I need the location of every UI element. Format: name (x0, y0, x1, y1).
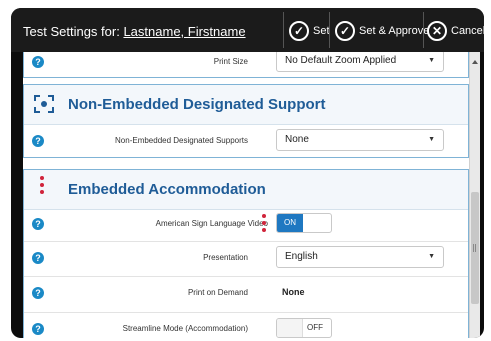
chevron-down-icon: ▼ (428, 57, 435, 64)
settings-dialog: Test Settings for: Lastname, Firstname ✓… (11, 8, 484, 338)
toolbar-separator (423, 12, 424, 48)
non-embedded-title: Non-Embedded Designated Support (68, 96, 326, 113)
print-size-panel: ? Print Size No Default Zoom Applied ▼ (23, 52, 469, 78)
set-approve-button[interactable]: ✓ Set & Approve (335, 17, 429, 45)
presentation-select[interactable]: English ▼ (276, 246, 444, 268)
dialog-title: Test Settings for: Lastname, Firstname (23, 24, 246, 39)
required-marker-icon (262, 214, 266, 235)
help-icon[interactable]: ? (32, 218, 44, 230)
embedded-header: Embedded Accommodation (24, 170, 468, 210)
print-on-demand-value: None (282, 287, 305, 297)
help-icon[interactable]: ? (32, 323, 44, 335)
non-embedded-label: Non-Embedded Designated Supports (115, 136, 248, 145)
dialog-titlebar: Test Settings for: Lastname, Firstname ✓… (11, 8, 484, 52)
embedded-panel: Embedded Accommodation ? American Sign L… (23, 169, 469, 338)
toolbar-separator (283, 12, 284, 48)
presentation-row: ? Presentation English ▼ (24, 242, 468, 274)
streamline-label: Streamline Mode (Accommodation) (122, 324, 248, 333)
non-embedded-select[interactable]: None ▼ (276, 129, 444, 151)
chevron-down-icon: ▼ (428, 136, 435, 143)
cancel-button-label: Cancel (451, 25, 484, 37)
focus-target-icon (34, 95, 54, 113)
chevron-down-icon: ▼ (428, 253, 435, 260)
help-icon[interactable]: ? (32, 252, 44, 264)
presentation-label: Presentation (203, 253, 248, 262)
toolbar-separator (329, 12, 330, 48)
settings-content: ? Print Size No Default Zoom Applied ▼ N… (23, 52, 469, 338)
presentation-value: English (285, 251, 318, 262)
print-on-demand-label: Print on Demand (187, 288, 248, 297)
streamline-toggle[interactable]: OFF (276, 318, 332, 338)
non-embedded-panel: Non-Embedded Designated Support ? Non-Em… (23, 84, 469, 158)
print-size-value: No Default Zoom Applied (285, 55, 397, 66)
asl-label: American Sign Language Video (155, 219, 268, 228)
toggle-on-state: ON (277, 214, 303, 232)
checkmark-icon: ✓ (289, 21, 309, 41)
help-icon[interactable]: ? (32, 56, 44, 68)
streamline-row: ? Streamline Mode (Accommodation) OFF (24, 313, 468, 338)
checkmark-icon: ✓ (335, 21, 355, 41)
non-embedded-value: None (285, 134, 309, 145)
set-approve-button-label: Set & Approve (359, 25, 430, 37)
scroll-up-arrow-icon[interactable] (472, 60, 478, 64)
asl-toggle[interactable]: ON (276, 213, 332, 233)
toggle-off-slot (277, 319, 303, 337)
embedded-title: Embedded Accommodation (68, 181, 266, 198)
set-button[interactable]: ✓ Set (289, 17, 330, 45)
print-size-select[interactable]: No Default Zoom Applied ▼ (276, 52, 444, 72)
title-prefix: Test Settings for: (23, 24, 120, 39)
print-on-demand-row: ? Print on Demand None (24, 277, 468, 309)
help-icon[interactable]: ? (32, 287, 44, 299)
print-size-label: Print Size (213, 57, 248, 66)
print-size-row: ? Print Size No Default Zoom Applied ▼ (24, 52, 468, 78)
toggle-off-state: OFF (307, 323, 323, 332)
required-marker-icon (40, 176, 44, 197)
asl-row: ? American Sign Language Video ON (24, 208, 468, 240)
non-embedded-row: ? Non-Embedded Designated Supports None … (24, 125, 468, 157)
set-button-label: Set (313, 25, 330, 37)
non-embedded-header: Non-Embedded Designated Support (24, 85, 468, 125)
vertical-scrollbar[interactable] (469, 52, 480, 338)
scroll-grip-icon (473, 244, 476, 252)
help-icon[interactable]: ? (32, 135, 44, 147)
cancel-button[interactable]: ✕ Cancel (427, 17, 484, 45)
student-name-link[interactable]: Lastname, Firstname (123, 24, 245, 39)
close-icon: ✕ (427, 21, 447, 41)
